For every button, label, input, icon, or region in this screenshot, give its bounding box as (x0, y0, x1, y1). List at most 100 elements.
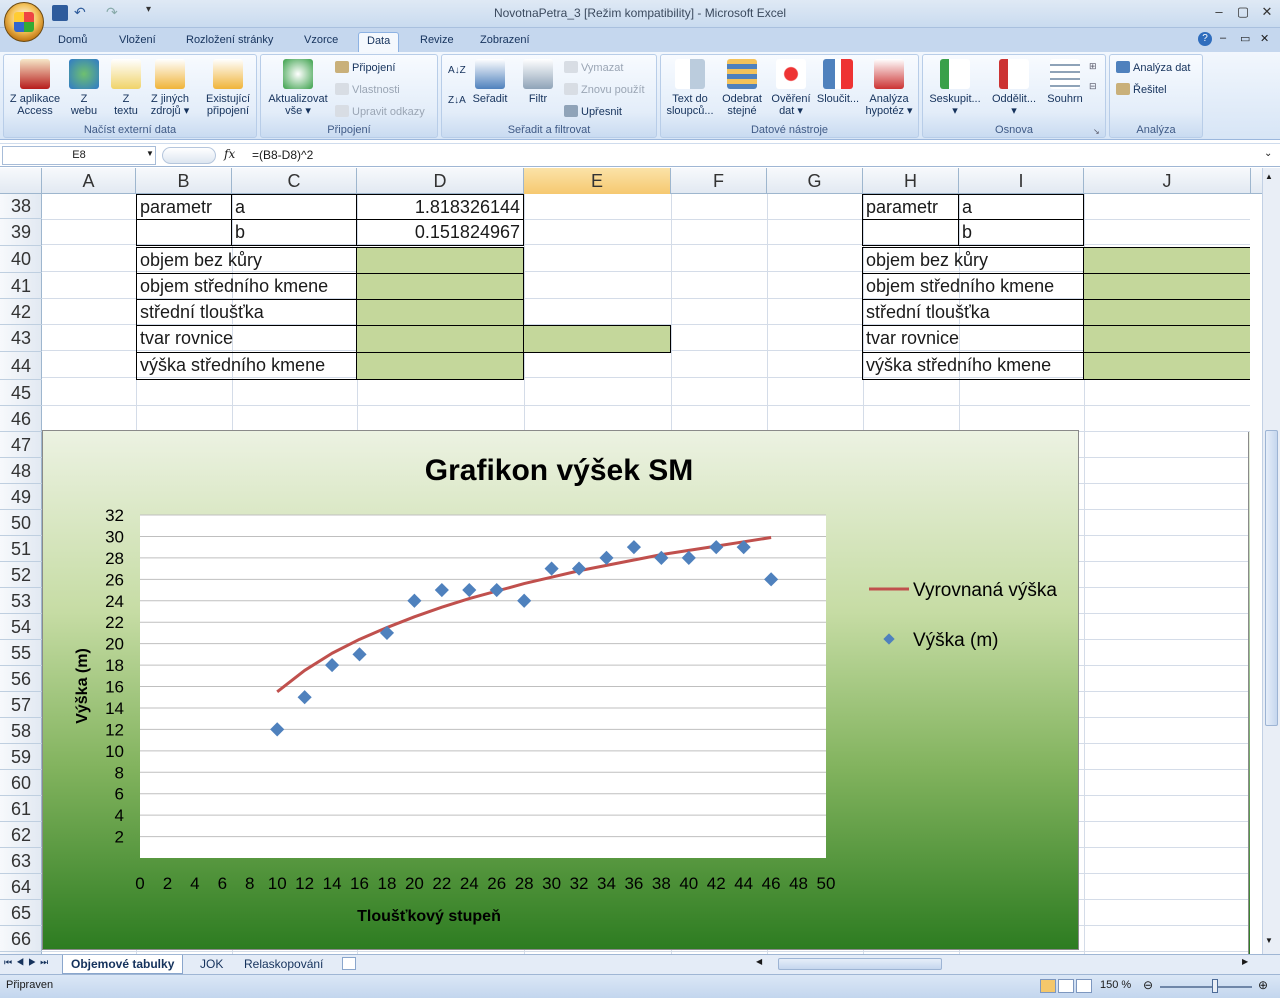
from-access-button[interactable]: Z aplikace Access (6, 59, 64, 117)
cell-b43[interactable]: tvar rovnice (136, 325, 357, 353)
formula-input[interactable]: =(B8-D8)^2 (252, 148, 313, 162)
row-header[interactable]: 43 (0, 325, 42, 352)
row-header[interactable]: 38 (0, 194, 42, 219)
row-header[interactable]: 51 (0, 536, 42, 562)
row-header[interactable]: 46 (0, 406, 42, 432)
column-header-f[interactable]: F (671, 168, 767, 194)
help-icon[interactable]: ? (1198, 32, 1212, 46)
scroll-up-icon[interactable]: ▲ (1265, 172, 1273, 181)
formula-divider-handle[interactable] (162, 147, 216, 164)
cell-h42[interactable]: střední tloušťka (862, 299, 1084, 326)
page-break-view-icon[interactable] (1076, 979, 1092, 993)
row-header[interactable]: 56 (0, 666, 42, 692)
cell-d41[interactable] (356, 273, 524, 300)
cell-b39[interactable] (136, 219, 232, 246)
existing-connections-button[interactable]: Existující připojení (200, 59, 256, 117)
cell-h44[interactable]: výška středního kmene (862, 352, 1084, 380)
cell-d39[interactable]: 0.151824967 (356, 219, 524, 246)
cell-d43[interactable] (356, 325, 524, 353)
column-header-b[interactable]: B (136, 168, 232, 194)
row-header[interactable]: 54 (0, 614, 42, 640)
filter-button[interactable]: Filtr (518, 59, 558, 105)
row-header[interactable]: 61 (0, 796, 42, 822)
y-axis-title[interactable]: Výška (m) (74, 648, 91, 724)
clear-button[interactable]: Vymazat (564, 61, 623, 74)
cell-j40[interactable] (1083, 247, 1250, 274)
zoom-in-icon[interactable]: ⊕ (1258, 978, 1268, 992)
row-header[interactable]: 53 (0, 588, 42, 614)
cell-b44[interactable]: výška středního kmene (136, 352, 357, 380)
hide-detail-icon[interactable]: ⊟ (1089, 81, 1097, 92)
ungroup-button[interactable]: Oddělit... ▾ (985, 59, 1043, 117)
properties-button[interactable]: Vlastnosti (335, 83, 400, 96)
sheet-nav-icons[interactable]: ⏮◀▶⏭ (4, 957, 52, 968)
sheet-tab-volume-tables[interactable]: Objemové tabulky (62, 955, 184, 974)
horizontal-scroll-thumb[interactable] (778, 958, 942, 970)
column-header-i[interactable]: I (959, 168, 1084, 194)
column-header-j[interactable]: J (1084, 168, 1251, 194)
x-axis-title[interactable]: Tloušťkový stupeň (357, 908, 501, 925)
zoom-out-icon[interactable]: ⊖ (1143, 978, 1153, 992)
legend[interactable]: Vyrovnaná výška Výška (m) (869, 580, 1057, 651)
office-button[interactable] (4, 2, 44, 42)
minimize-button[interactable]: – (1208, 4, 1230, 20)
zoom-slider-thumb[interactable] (1212, 979, 1218, 993)
row-header[interactable]: 62 (0, 822, 42, 848)
from-other-sources-button[interactable]: Z jiných zdrojů ▾ (146, 59, 194, 117)
solver-button[interactable]: Řešitel (1116, 83, 1167, 96)
row-header[interactable]: 65 (0, 900, 42, 926)
insert-sheet-icon[interactable] (342, 957, 356, 970)
refresh-all-button[interactable]: Aktualizovat vše ▾ (265, 59, 331, 117)
cell-h40[interactable]: objem bez kůry (862, 247, 1084, 274)
expand-formula-bar-icon[interactable]: ⌄ (1264, 148, 1272, 159)
sheet-tab-relascope[interactable]: Relaskopování (236, 955, 331, 974)
page-layout-view-icon[interactable] (1058, 979, 1074, 993)
cell-d38[interactable]: 1.818326144 (356, 194, 524, 220)
row-header[interactable]: 42 (0, 299, 42, 325)
reapply-button[interactable]: Znovu použít (564, 83, 645, 96)
chart-title[interactable]: Grafikon výšek SM (425, 454, 693, 487)
row-header[interactable]: 49 (0, 484, 42, 510)
row-header[interactable]: 52 (0, 562, 42, 588)
cell-j43[interactable] (1083, 325, 1250, 353)
column-header-g[interactable]: G (767, 168, 863, 194)
cell-c38[interactable]: a (231, 194, 357, 220)
cell-j41[interactable] (1083, 273, 1250, 300)
text-to-columns-button[interactable]: Text do sloupců... (663, 59, 717, 117)
sort-ascending-button[interactable]: A↓Z (448, 65, 466, 76)
scroll-left-icon[interactable]: ◀ (756, 957, 762, 966)
tab-insert[interactable]: Vložení (111, 32, 164, 52)
name-box[interactable]: E8 (2, 146, 156, 165)
row-header[interactable]: 63 (0, 848, 42, 874)
sort-descending-button[interactable]: Z↓A (448, 95, 466, 106)
cell-d42[interactable] (356, 299, 524, 326)
from-text-button[interactable]: Z textu (106, 59, 146, 117)
tab-home[interactable]: Domů (50, 32, 95, 52)
row-header[interactable]: 45 (0, 380, 42, 406)
row-header[interactable]: 41 (0, 273, 42, 299)
row-header[interactable]: 40 (0, 246, 42, 273)
vertical-scrollbar[interactable]: ▲ ▼ (1262, 168, 1280, 954)
row-header[interactable]: 57 (0, 692, 42, 718)
cell-i39[interactable]: b (958, 219, 1084, 246)
cell-h43[interactable]: tvar rovnice (862, 325, 1084, 353)
edit-links-button[interactable]: Upravit odkazy (335, 105, 425, 118)
row-header[interactable]: 66 (0, 926, 42, 952)
insert-function-icon[interactable]: fx (224, 147, 235, 161)
column-header-h[interactable]: H (863, 168, 959, 194)
zoom-slider-track[interactable] (1160, 986, 1252, 988)
row-header[interactable]: 50 (0, 510, 42, 536)
cell-h38[interactable]: parametr (862, 194, 959, 220)
vertical-scroll-thumb[interactable] (1265, 430, 1278, 726)
row-header[interactable]: 55 (0, 640, 42, 666)
tab-review[interactable]: Revize (412, 32, 462, 52)
show-detail-icon[interactable]: ⊞ (1089, 61, 1097, 72)
tab-formulas[interactable]: Vzorce (296, 32, 346, 52)
tab-view[interactable]: Zobrazení (472, 32, 538, 52)
data-analysis-button[interactable]: Analýza dat (1116, 61, 1190, 74)
column-header-c[interactable]: C (232, 168, 357, 194)
advanced-button[interactable]: Upřesnit (564, 105, 622, 118)
tab-page-layout[interactable]: Rozložení stránky (178, 32, 281, 52)
column-header-d[interactable]: D (357, 168, 524, 194)
row-header[interactable]: 39 (0, 219, 42, 246)
